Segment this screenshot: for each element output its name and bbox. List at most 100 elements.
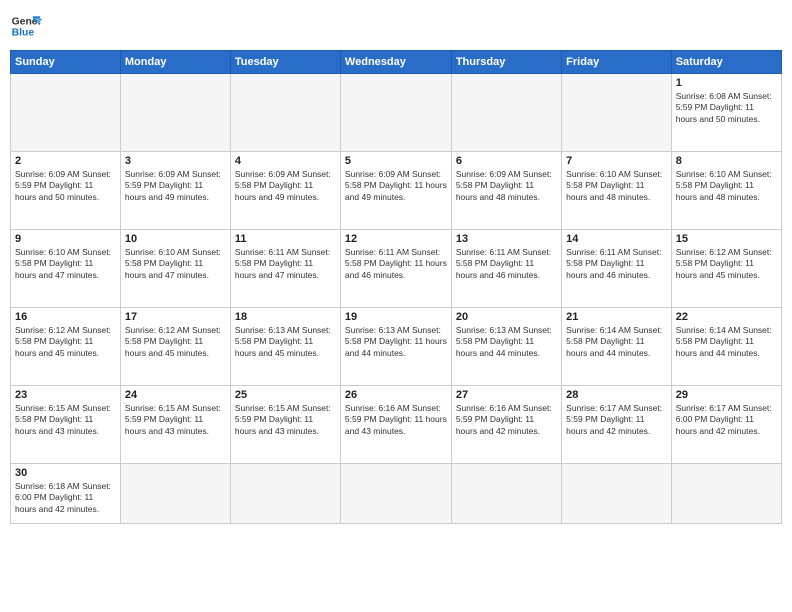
day-info: Sunrise: 6:13 AM Sunset: 5:58 PM Dayligh…	[345, 325, 447, 359]
day-number: 23	[15, 389, 116, 401]
day-info: Sunrise: 6:14 AM Sunset: 5:58 PM Dayligh…	[566, 325, 667, 359]
logo: General Blue	[10, 10, 42, 42]
calendar-cell: 7 Sunrise: 6:10 AM Sunset: 5:58 PM Daylig…	[562, 152, 672, 230]
calendar-cell: 28 Sunrise: 6:17 AM Sunset: 5:59 PM Dayli…	[562, 386, 672, 464]
calendar-cell: 25 Sunrise: 6:15 AM Sunset: 5:59 PM Dayli…	[230, 386, 340, 464]
day-number: 5	[345, 155, 447, 167]
calendar-cell: 21 Sunrise: 6:14 AM Sunset: 5:58 PM Dayli…	[562, 308, 672, 386]
day-number: 2	[15, 155, 116, 167]
day-info: Sunrise: 6:11 AM Sunset: 5:58 PM Dayligh…	[345, 247, 447, 281]
calendar-cell: 26Sunrise: 6:16 AM Sunset: 5:59 PM Dayli…	[340, 386, 451, 464]
calendar-cell: 9 Sunrise: 6:10 AM Sunset: 5:58 PM Daylig…	[11, 230, 121, 308]
weekday-header-wednesday: Wednesday	[340, 51, 451, 74]
weekday-header-tuesday: Tuesday	[230, 51, 340, 74]
calendar-cell: 27 Sunrise: 6:16 AM Sunset: 5:59 PM Dayli…	[451, 386, 561, 464]
calendar-cell: 22 Sunrise: 6:14 AM Sunset: 5:58 PM Dayli…	[671, 308, 781, 386]
day-number: 20	[456, 311, 557, 323]
calendar-cell: 20 Sunrise: 6:13 AM Sunset: 5:58 PM Dayli…	[451, 308, 561, 386]
weekday-header-row: SundayMondayTuesdayWednesdayThursdayFrid…	[11, 51, 782, 74]
day-info: Sunrise: 6:18 AM Sunset: 6:00 PM Dayligh…	[15, 481, 116, 515]
calendar-cell	[230, 464, 340, 524]
calendar-cell: 23 Sunrise: 6:15 AM Sunset: 5:58 PM Dayli…	[11, 386, 121, 464]
week-row-2: 9 Sunrise: 6:10 AM Sunset: 5:58 PM Daylig…	[11, 230, 782, 308]
calendar-cell	[562, 464, 672, 524]
day-info: Sunrise: 6:10 AM Sunset: 5:58 PM Dayligh…	[15, 247, 116, 281]
svg-text:Blue: Blue	[12, 28, 35, 39]
calendar-cell	[11, 74, 121, 152]
day-info: Sunrise: 6:10 AM Sunset: 5:58 PM Dayligh…	[676, 169, 777, 203]
day-info: Sunrise: 6:09 AM Sunset: 5:58 PM Dayligh…	[456, 169, 557, 203]
day-number: 9	[15, 233, 116, 245]
day-number: 28	[566, 389, 667, 401]
day-info: Sunrise: 6:12 AM Sunset: 5:58 PM Dayligh…	[676, 247, 777, 281]
weekday-header-sunday: Sunday	[11, 51, 121, 74]
calendar-cell	[451, 464, 561, 524]
day-number: 12	[345, 233, 447, 245]
day-info: Sunrise: 6:09 AM Sunset: 5:58 PM Dayligh…	[235, 169, 336, 203]
calendar-cell	[340, 74, 451, 152]
week-row-5: 30 Sunrise: 6:18 AM Sunset: 6:00 PM Dayli…	[11, 464, 782, 524]
calendar-cell: 18 Sunrise: 6:13 AM Sunset: 5:58 PM Dayli…	[230, 308, 340, 386]
week-row-4: 23 Sunrise: 6:15 AM Sunset: 5:58 PM Dayli…	[11, 386, 782, 464]
day-info: Sunrise: 6:11 AM Sunset: 5:58 PM Dayligh…	[235, 247, 336, 281]
day-info: Sunrise: 6:09 AM Sunset: 5:59 PM Dayligh…	[125, 169, 226, 203]
calendar-cell: 29 Sunrise: 6:17 AM Sunset: 6:00 PM Dayli…	[671, 386, 781, 464]
day-info: Sunrise: 6:15 AM Sunset: 5:58 PM Dayligh…	[15, 403, 116, 437]
day-number: 10	[125, 233, 226, 245]
calendar-cell: 12 Sunrise: 6:11 AM Sunset: 5:58 PM Dayli…	[340, 230, 451, 308]
calendar-cell: 16 Sunrise: 6:12 AM Sunset: 5:58 PM Dayli…	[11, 308, 121, 386]
week-row-1: 2 Sunrise: 6:09 AM Sunset: 5:59 PM Daylig…	[11, 152, 782, 230]
calendar-cell	[562, 74, 672, 152]
day-number: 19	[345, 311, 447, 323]
calendar-cell	[671, 464, 781, 524]
day-info: Sunrise: 6:12 AM Sunset: 5:58 PM Dayligh…	[15, 325, 116, 359]
day-info: Sunrise: 6:15 AM Sunset: 5:59 PM Dayligh…	[235, 403, 336, 437]
page-header: General Blue	[10, 10, 782, 42]
day-number: 11	[235, 233, 336, 245]
calendar-cell: 10 Sunrise: 6:10 AM Sunset: 5:58 PM Dayli…	[120, 230, 230, 308]
day-number: 15	[676, 233, 777, 245]
calendar-cell: 17Sunrise: 6:12 AM Sunset: 5:58 PM Dayli…	[120, 308, 230, 386]
calendar-cell	[120, 74, 230, 152]
day-info: Sunrise: 6:17 AM Sunset: 6:00 PM Dayligh…	[676, 403, 777, 437]
day-number: 27	[456, 389, 557, 401]
day-number: 4	[235, 155, 336, 167]
day-number: 8	[676, 155, 777, 167]
day-number: 16	[15, 311, 116, 323]
day-number: 18	[235, 311, 336, 323]
day-number: 25	[235, 389, 336, 401]
weekday-header-friday: Friday	[562, 51, 672, 74]
calendar-cell: 13Sunrise: 6:11 AM Sunset: 5:58 PM Dayli…	[451, 230, 561, 308]
day-number: 29	[676, 389, 777, 401]
calendar-cell: 14 Sunrise: 6:11 AM Sunset: 5:58 PM Dayli…	[562, 230, 672, 308]
day-number: 24	[125, 389, 226, 401]
day-info: Sunrise: 6:10 AM Sunset: 5:58 PM Dayligh…	[566, 169, 667, 203]
week-row-0: 1 Sunrise: 6:08 AM Sunset: 5:59 PM Daylig…	[11, 74, 782, 152]
day-number: 30	[15, 467, 116, 479]
day-info: Sunrise: 6:17 AM Sunset: 5:59 PM Dayligh…	[566, 403, 667, 437]
day-info: Sunrise: 6:10 AM Sunset: 5:58 PM Dayligh…	[125, 247, 226, 281]
weekday-header-monday: Monday	[120, 51, 230, 74]
calendar-cell: 1 Sunrise: 6:08 AM Sunset: 5:59 PM Daylig…	[671, 74, 781, 152]
calendar-cell: 15 Sunrise: 6:12 AM Sunset: 5:58 PM Dayli…	[671, 230, 781, 308]
calendar-cell: 8 Sunrise: 6:10 AM Sunset: 5:58 PM Daylig…	[671, 152, 781, 230]
day-info: Sunrise: 6:09 AM Sunset: 5:58 PM Dayligh…	[345, 169, 447, 203]
day-number: 7	[566, 155, 667, 167]
day-info: Sunrise: 6:12 AM Sunset: 5:58 PM Dayligh…	[125, 325, 226, 359]
day-number: 21	[566, 311, 667, 323]
day-info: Sunrise: 6:11 AM Sunset: 5:58 PM Dayligh…	[566, 247, 667, 281]
day-info: Sunrise: 6:16 AM Sunset: 5:59 PM Dayligh…	[456, 403, 557, 437]
calendar-cell: 2Sunrise: 6:09 AM Sunset: 5:59 PM Daylig…	[11, 152, 121, 230]
day-number: 22	[676, 311, 777, 323]
day-number: 1	[676, 77, 777, 89]
week-row-3: 16 Sunrise: 6:12 AM Sunset: 5:58 PM Dayli…	[11, 308, 782, 386]
day-info: Sunrise: 6:14 AM Sunset: 5:58 PM Dayligh…	[676, 325, 777, 359]
calendar-cell: 3Sunrise: 6:09 AM Sunset: 5:59 PM Daylig…	[120, 152, 230, 230]
day-number: 14	[566, 233, 667, 245]
day-number: 26	[345, 389, 447, 401]
day-info: Sunrise: 6:13 AM Sunset: 5:58 PM Dayligh…	[456, 325, 557, 359]
day-number: 6	[456, 155, 557, 167]
day-info: Sunrise: 6:08 AM Sunset: 5:59 PM Dayligh…	[676, 91, 777, 125]
calendar-cell: 24Sunrise: 6:15 AM Sunset: 5:59 PM Dayli…	[120, 386, 230, 464]
day-info: Sunrise: 6:13 AM Sunset: 5:58 PM Dayligh…	[235, 325, 336, 359]
